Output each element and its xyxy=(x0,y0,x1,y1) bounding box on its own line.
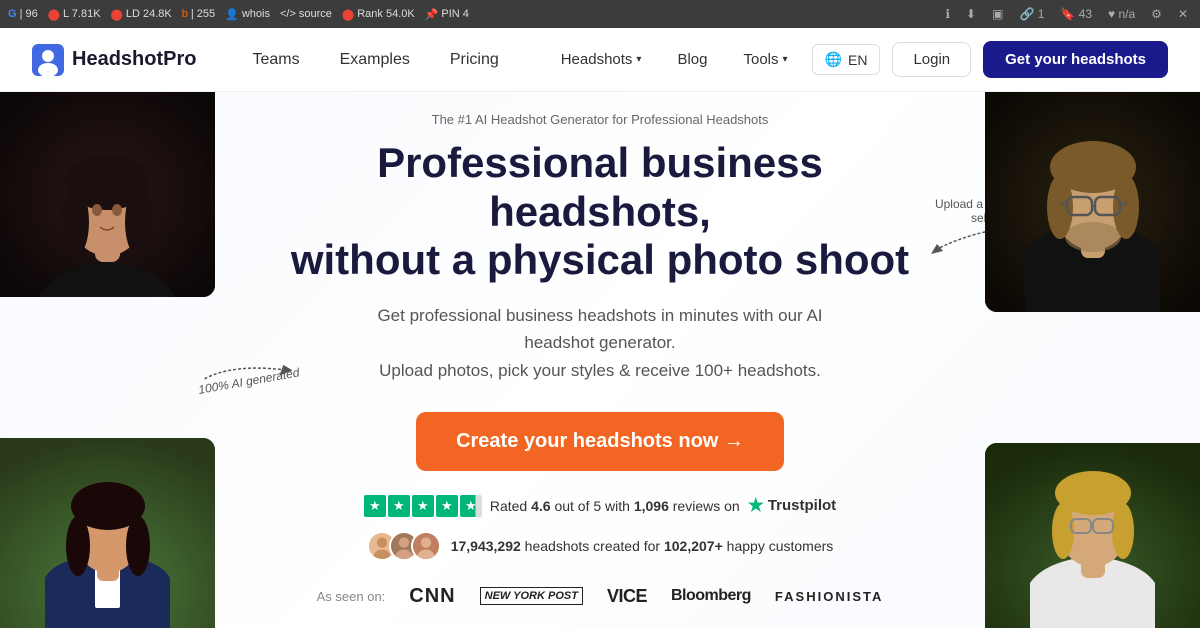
hero-center: The #1 AI Headshot Generator for Profess… xyxy=(230,92,970,628)
trustpilot-icon: ★ xyxy=(748,495,764,516)
main-content: 100% AI generated xyxy=(0,92,1200,628)
nav-examples[interactable]: Examples xyxy=(324,43,426,77)
logo-icon xyxy=(32,44,64,76)
customer-avatars xyxy=(367,531,441,561)
link-icon[interactable]: 🔗 1 xyxy=(1015,5,1048,23)
trustpilot-logo: ★ Trustpilot xyxy=(748,495,836,516)
bookmark-icon[interactable]: 🔖 43 xyxy=(1056,5,1096,23)
star-2: ★ xyxy=(388,495,410,517)
hero-photo-woman-left xyxy=(0,92,215,297)
metric-b: b | 255 xyxy=(182,8,215,20)
hero-photo-woman-suit-left xyxy=(0,438,215,628)
media-vice: VICE xyxy=(607,586,647,607)
woman-svg xyxy=(0,92,215,297)
hero-subtitle-top: The #1 AI Headshot Generator for Profess… xyxy=(432,112,769,127)
left-photo-panel: 100% AI generated xyxy=(0,92,230,628)
nav-right: Headshots ▾ Blog Tools ▾ 🌐 EN Login Get … xyxy=(549,41,1168,78)
metric-whois: 👤 whois xyxy=(225,8,270,21)
create-headshots-button[interactable]: Create your headshots now → xyxy=(416,412,784,471)
nav-tools[interactable]: Tools ▾ xyxy=(731,43,799,76)
tools-chevron: ▾ xyxy=(783,54,788,65)
metric-rank: ⬤ Rank 54.0K xyxy=(342,8,415,21)
nav-links: Teams Examples Pricing xyxy=(236,43,514,77)
info-icon[interactable]: ℹ xyxy=(941,5,954,23)
hero-photo-man-white-shirt xyxy=(985,443,1200,628)
nav-blog[interactable]: Blog xyxy=(665,43,719,76)
avatar-3 xyxy=(411,531,441,561)
login-button[interactable]: Login xyxy=(892,42,971,77)
avatar-svg-3 xyxy=(413,531,439,561)
man-white-svg xyxy=(985,443,1200,628)
right-photo-panel: Upload a few selfies xyxy=(970,92,1200,628)
headshots-chevron: ▾ xyxy=(636,54,641,65)
media-nyt: NEW YORK POST xyxy=(480,587,583,605)
metric-pin: 📌 PIN 4 xyxy=(425,8,469,21)
close-icon[interactable]: ✕ xyxy=(1174,5,1192,23)
language-selector[interactable]: 🌐 EN xyxy=(812,44,881,75)
customers-text: 17,943,292 headshots created for 102,207… xyxy=(451,538,834,554)
star-rating: ★ ★ ★ ★ ★ xyxy=(364,495,482,517)
media-fashionista: FASHIONISTA xyxy=(775,589,883,604)
get-headshots-button[interactable]: Get your headshots xyxy=(983,41,1168,78)
metric-l: ⬤ L 7.81K xyxy=(48,8,101,21)
heart-icon[interactable]: ♥ n/a xyxy=(1104,5,1139,23)
hero-photo-man-glasses xyxy=(985,92,1200,312)
trustpilot-row: ★ ★ ★ ★ ★ Rated 4.6 out of 5 with 1,096 … xyxy=(364,495,836,517)
as-seen-row: As seen on: CNN NEW YORK POST VICE Bloom… xyxy=(317,585,884,608)
trustpilot-text: Rated 4.6 out of 5 with 1,096 reviews on xyxy=(490,498,740,514)
toolbar-icons: ℹ ⬇ ▣ 🔗 1 🔖 43 ♥ n/a ⚙ ✕ xyxy=(941,5,1192,23)
nav-headshots[interactable]: Headshots ▾ xyxy=(549,43,654,76)
star-5-half: ★ xyxy=(460,495,482,517)
logo-text: HeadshotPro xyxy=(72,48,196,71)
globe-icon: 🌐 xyxy=(825,51,842,68)
star-4: ★ xyxy=(436,495,458,517)
navbar: HeadshotPro Teams Examples Pricing Heads… xyxy=(0,28,1200,92)
metric-g: G | 96 xyxy=(8,8,38,20)
browser-toolbar: G | 96 ⬤ L 7.81K ⬤ LD 24.8K b | 255 👤 wh… xyxy=(0,0,1200,28)
settings-icon[interactable]: ⚙ xyxy=(1147,5,1166,23)
metric-ld: ⬤ LD 24.8K xyxy=(111,8,172,21)
nav-teams[interactable]: Teams xyxy=(236,43,315,77)
media-bloomberg: Bloomberg xyxy=(671,587,751,605)
as-seen-label: As seen on: xyxy=(317,589,386,604)
logo[interactable]: HeadshotPro xyxy=(32,44,196,76)
nav-pricing[interactable]: Pricing xyxy=(434,43,515,77)
media-cnn: CNN xyxy=(409,585,455,608)
screen-icon[interactable]: ▣ xyxy=(988,5,1007,23)
star-1: ★ xyxy=(364,495,386,517)
star-3: ★ xyxy=(412,495,434,517)
woman-suit-svg xyxy=(0,438,215,628)
metric-source: </> source xyxy=(280,8,332,20)
download-icon[interactable]: ⬇ xyxy=(962,5,980,23)
hero-title: Professional business headshots, without… xyxy=(270,139,930,284)
man-glasses-svg xyxy=(985,92,1200,312)
customers-row: 17,943,292 headshots created for 102,207… xyxy=(367,531,834,561)
hero-description: Get professional business headshots in m… xyxy=(350,302,850,384)
